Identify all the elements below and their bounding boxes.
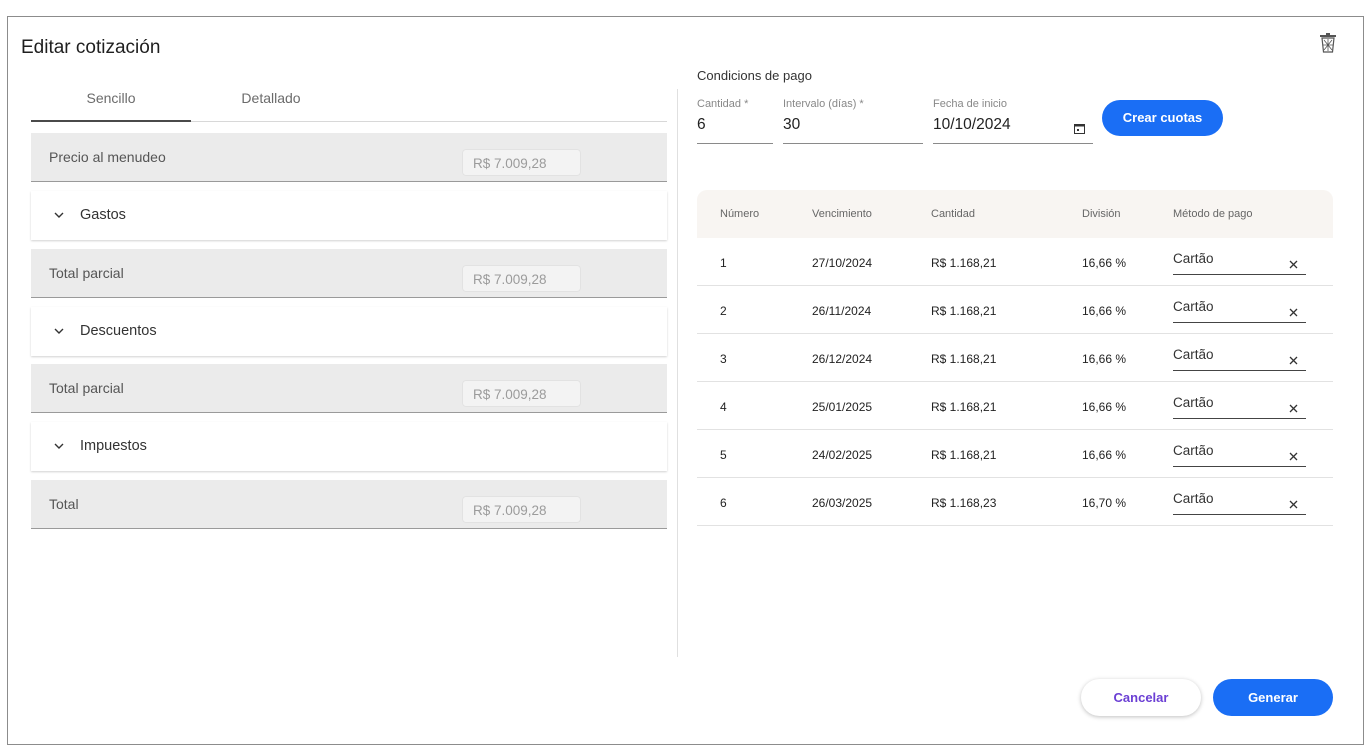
tab-bar: Sencillo Detallado xyxy=(31,85,667,122)
column-header-method: Método de pago xyxy=(1173,208,1253,220)
payment-method-select[interactable]: Cartão xyxy=(1173,491,1306,515)
chevron-down-icon xyxy=(54,212,64,218)
cell-number: 3 xyxy=(720,352,727,366)
quantity-field[interactable]: Cantidad * 6 xyxy=(697,98,773,144)
cell-amount: R$ 1.168,21 xyxy=(931,304,997,318)
retail-price-row: Precio al menudeo R$ 7.009,28 xyxy=(31,133,667,182)
cell-number: 4 xyxy=(720,400,727,414)
cell-number: 5 xyxy=(720,448,727,462)
payment-method-select[interactable]: Cartão xyxy=(1173,347,1306,371)
payment-method-select[interactable]: Cartão xyxy=(1173,395,1306,419)
cell-division: 16,66 % xyxy=(1082,448,1127,462)
discounts-accordion[interactable]: Descuentos xyxy=(31,307,667,356)
cell-due: 24/02/2025 xyxy=(812,448,873,462)
cell-division: 16,66 % xyxy=(1082,304,1127,318)
subtotal-row-2: Total parcial R$ 7.009,28 xyxy=(31,364,667,413)
subtotal-field: R$ 7.009,28 xyxy=(462,380,581,407)
expenses-label: Gastos xyxy=(80,207,126,223)
start-date-field[interactable]: Fecha de inicio 10/10/2024 xyxy=(933,98,1093,144)
quantity-label: Cantidad * xyxy=(697,98,749,110)
total-field: R$ 7.009,28 xyxy=(462,496,581,523)
cell-due: 26/11/2024 xyxy=(812,304,872,318)
edit-quote-dialog: Editar cotización Sencillo Detallado Pre… xyxy=(7,16,1364,745)
calendar-icon[interactable] xyxy=(1074,123,1085,134)
cell-number: 6 xyxy=(720,496,727,510)
generate-button[interactable]: Generar xyxy=(1213,679,1333,716)
retail-price-field: R$ 7.009,28 xyxy=(462,149,581,176)
close-icon[interactable] xyxy=(1289,356,1298,365)
total-row: Total R$ 7.009,28 xyxy=(31,480,667,529)
cell-amount: R$ 1.168,21 xyxy=(931,352,997,366)
table-row: 3 26/12/2024 R$ 1.168,21 16,66 % Cartão xyxy=(697,334,1333,382)
cell-amount: R$ 1.168,23 xyxy=(931,496,997,510)
table-row: 6 26/03/2025 R$ 1.168,23 16,70 % Cartão xyxy=(697,478,1333,526)
chevron-down-icon xyxy=(54,443,64,449)
subtotal-field: R$ 7.009,28 xyxy=(462,265,581,292)
trash-icon[interactable] xyxy=(1319,33,1337,53)
payment-method-select[interactable]: Cartão xyxy=(1173,251,1306,275)
cell-division: 16,66 % xyxy=(1082,256,1127,270)
interval-label: Intervalo (días) * xyxy=(783,98,864,110)
close-icon[interactable] xyxy=(1289,500,1298,509)
cell-division: 16,66 % xyxy=(1082,352,1127,366)
table-row: 1 27/10/2024 R$ 1.168,21 16,66 % Cartão xyxy=(697,238,1333,286)
expenses-accordion[interactable]: Gastos xyxy=(31,191,667,240)
cell-due: 26/12/2024 xyxy=(812,352,873,366)
cell-amount: R$ 1.168,21 xyxy=(931,448,997,462)
table-header: Número Vencimiento Cantidad División Mét… xyxy=(697,190,1333,238)
create-installments-button[interactable]: Crear cuotas xyxy=(1102,100,1223,136)
payment-method-select[interactable]: Cartão xyxy=(1173,443,1306,467)
cell-amount: R$ 1.168,21 xyxy=(931,400,997,414)
column-divider xyxy=(677,89,678,657)
cell-number: 1 xyxy=(720,256,727,270)
column-header-division: División xyxy=(1082,208,1121,220)
tab-sencillo[interactable]: Sencillo xyxy=(31,85,191,122)
start-date-label: Fecha de inicio xyxy=(933,98,1007,110)
cell-due: 27/10/2024 xyxy=(812,256,873,270)
cancel-button[interactable]: Cancelar xyxy=(1081,679,1201,716)
subtotal-row-1: Total parcial R$ 7.009,28 xyxy=(31,249,667,298)
installments-table: Número Vencimiento Cantidad División Mét… xyxy=(697,190,1333,526)
retail-price-label: Precio al menudeo xyxy=(49,149,166,165)
subtotal-label: Total parcial xyxy=(49,380,124,396)
total-label: Total xyxy=(49,496,79,512)
payment-conditions-title: Condicions de pago xyxy=(697,68,812,83)
column-header-number: Número xyxy=(720,208,760,220)
quantity-input[interactable]: 6 xyxy=(697,116,773,134)
cell-number: 2 xyxy=(720,304,727,318)
table-row: 4 25/01/2025 R$ 1.168,21 16,66 % Cartão xyxy=(697,382,1333,430)
table-row: 2 26/11/2024 R$ 1.168,21 16,66 % Cartão xyxy=(697,286,1333,334)
cell-division: 16,66 % xyxy=(1082,400,1127,414)
cell-division: 16,70 % xyxy=(1082,496,1127,510)
close-icon[interactable] xyxy=(1289,404,1298,413)
tab-detallado[interactable]: Detallado xyxy=(191,85,351,122)
column-header-due: Vencimiento xyxy=(812,208,872,220)
taxes-accordion[interactable]: Impuestos xyxy=(31,422,667,471)
cell-due: 26/03/2025 xyxy=(812,496,873,510)
interval-input[interactable]: 30 xyxy=(783,116,923,134)
cell-amount: R$ 1.168,21 xyxy=(931,256,997,270)
close-icon[interactable] xyxy=(1289,308,1298,317)
chevron-down-icon xyxy=(54,328,64,334)
discounts-label: Descuentos xyxy=(80,323,157,339)
dialog-title: Editar cotización xyxy=(21,37,161,58)
close-icon[interactable] xyxy=(1289,452,1298,461)
cell-due: 25/01/2025 xyxy=(812,400,873,414)
close-icon[interactable] xyxy=(1289,260,1298,269)
start-date-input[interactable]: 10/10/2024 xyxy=(933,116,1093,134)
interval-field[interactable]: Intervalo (días) * 30 xyxy=(783,98,923,144)
subtotal-label: Total parcial xyxy=(49,265,124,281)
table-row: 5 24/02/2025 R$ 1.168,21 16,66 % Cartão xyxy=(697,430,1333,478)
column-header-amount: Cantidad xyxy=(931,208,976,220)
taxes-label: Impuestos xyxy=(80,438,147,454)
payment-method-select[interactable]: Cartão xyxy=(1173,299,1306,323)
